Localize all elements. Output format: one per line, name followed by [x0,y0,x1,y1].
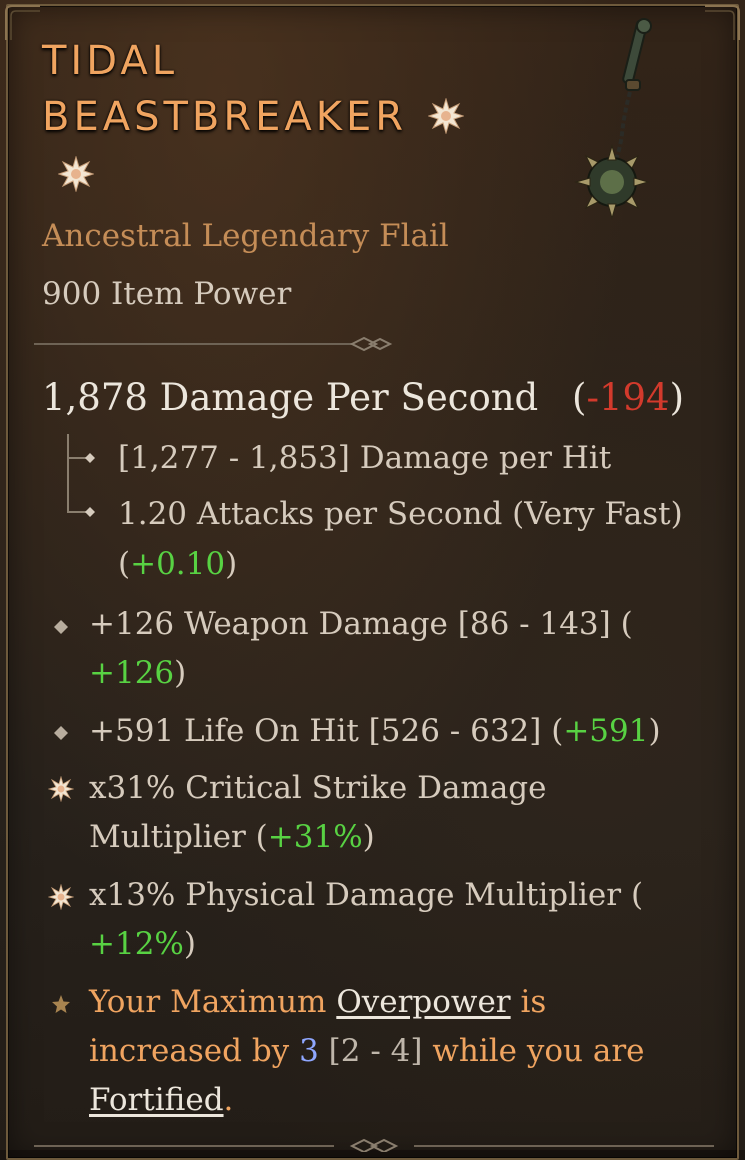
greater-affix-star-icon [48,884,74,910]
frame-corner-ornament-left [5,5,40,40]
socket-star-icon [58,156,94,192]
dps-delta: -194 [586,376,670,419]
aspect-part2: is [510,984,547,1020]
item-power: 900 Item Power [42,276,292,312]
legendary-aspect: Your Maximum Overpower is increased by 3 … [89,978,689,1125]
aps-delta: +0.10 [130,546,226,582]
item-name-line1: TIDAL [42,38,178,84]
affix-life-on-hit: +591 Life On Hit [526 - 632] (+591) [89,707,689,756]
socket-star-icon [427,98,464,134]
affix-close: ) [174,655,187,691]
greater-affix-star-icon [48,776,74,802]
affix-delta: +591 [563,713,649,749]
affix-text: +126 Weapon Damage [86 - 143] ( [89,606,633,642]
aps-paren-open: ( [118,546,131,582]
item-name-text: BEASTBREAKER [42,94,408,140]
affix-delta: +126 [89,655,175,691]
item-type: Ancestral Legendary Flail [42,218,449,254]
dps-paren-open: ( [572,376,587,419]
item-tooltip: TIDAL BEASTBREAKER Ancestral Legendary F… [0,0,745,1160]
flail-weapon-icon [574,18,652,220]
damage-per-hit: [1,277 - 1,853] Damage per Hit [118,440,612,476]
affix-text: x13% Physical Damage Multiplier ( [89,877,644,913]
dps-value: 1,878 Damage Per Second [42,376,539,419]
aspect-part4: while you are [422,1033,645,1069]
affix-close: ) [362,819,375,855]
attacks-per-second: 1.20 Attacks per Second (Very Fast) [118,496,683,532]
affix-physical-damage: x13% Physical Damage Multiplier ( +12%) [89,871,689,969]
affix-crit-damage: x31% Critical Strike Damage Multiplier (+… [89,764,689,862]
item-name-line2: BEASTBREAKER [42,94,464,140]
aspect-end: . [223,1082,234,1118]
diamond-bullet-icon [54,726,68,740]
aspect-value: 3 [299,1033,319,1069]
affix-delta: +31% [267,819,363,855]
affix-delta: +12% [89,926,184,962]
affix-text-line2: Multiplier ( [89,819,268,855]
fortified-keyword-link[interactable]: Fortified [89,1082,224,1118]
stat-tree-connector [67,434,95,517]
affix-text-line1: x31% Critical Strike Damage [89,770,547,806]
aspect-part3: increased by [89,1033,300,1069]
attacks-per-second-delta: (+0.10) [118,546,237,582]
aps-paren-close: ) [225,546,238,582]
affix-close: ) [183,926,196,962]
aspect-range: [2 - 4] [318,1033,423,1069]
affix-close: ) [648,713,661,749]
dps-paren-close: ) [669,376,684,419]
diamond-bullet-icon [54,620,68,634]
overpower-keyword-link[interactable]: Overpower [336,984,510,1020]
section-divider [34,336,393,352]
legendary-aspect-star-icon [52,995,70,1013]
aspect-part1: Your Maximum [89,984,337,1020]
affix-text: +591 Life On Hit [526 - 632] ( [89,713,564,749]
affix-weapon-damage: +126 Weapon Damage [86 - 143] ( +126) [89,600,689,698]
damage-per-second: 1,878 Damage Per Second (-194) [42,376,684,419]
frame-corner-ornament-right [705,5,740,40]
